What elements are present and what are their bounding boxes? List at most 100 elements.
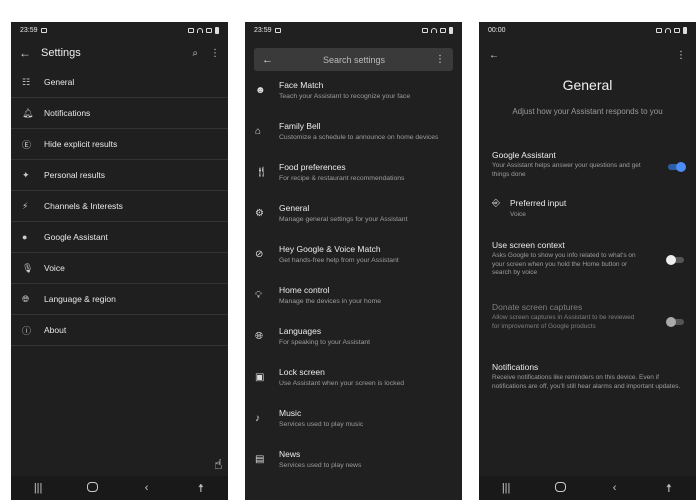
list-item-title: Languages xyxy=(279,326,322,336)
assistant-setting-home-control[interactable]: 💡︎ Home control Manage the devices in your… xyxy=(245,283,462,324)
back-arrow-icon[interactable]: ← xyxy=(262,54,273,66)
settings-item-about[interactable]: ⓘ About xyxy=(11,315,228,346)
preferred-input-setting[interactable]: ⎆ Preferred input Voice xyxy=(492,198,566,218)
assistant-settings-list: ☻ Face Match Teach your Assistant to recog… xyxy=(245,78,462,488)
assistant-setting-news[interactable]: ▤ News Services used to play news xyxy=(245,447,462,488)
list-item-title: Hey Google & Voice Match xyxy=(279,244,381,254)
globe-icon: 🌐︎ xyxy=(255,331,263,342)
alarm-icon xyxy=(656,27,662,33)
general-settings-screen: 00:00 ← ⋮ General Adjust how your Assist… xyxy=(479,22,696,500)
settings-item-label: Hide explicit results xyxy=(44,139,118,149)
list-item-subtitle: Services used to play music xyxy=(279,421,364,428)
home-button[interactable] xyxy=(545,481,575,495)
status-time: 00:00 xyxy=(488,26,506,34)
gear-icon: ⚙ xyxy=(255,208,264,219)
back-button[interactable]: ‹ xyxy=(132,482,162,494)
settings-item-general[interactable]: ☷ General xyxy=(11,67,228,98)
settings-item-channels-interests[interactable]: ⚡︎ Channels & Interests xyxy=(11,191,228,222)
setting-value: Voice xyxy=(510,211,526,218)
music-icon: ♪ xyxy=(255,413,260,424)
top-app-bar: ← Settings ⌕ ⋮ xyxy=(11,40,228,66)
assistant-setting-hey-google-voice-match[interactable]: ⊘ Hey Google & Voice Match Get hands-free … xyxy=(245,242,462,283)
settings-item-notifications[interactable]: 🔔︎ Notifications xyxy=(11,98,228,129)
list-item-subtitle: Teach your Assistant to recognize your f… xyxy=(279,93,411,100)
setting-title: Use screen context xyxy=(492,240,565,250)
settings-item-hide-explicit-results[interactable]: Ⓔ Hide explicit results xyxy=(11,129,228,160)
top-app-bar: ← ⋮ xyxy=(489,50,686,61)
assistant-setting-languages[interactable]: 🌐︎ Languages For speaking to your Assistan… xyxy=(245,324,462,365)
battery-icon xyxy=(683,26,687,34)
settings-item-label: Notifications xyxy=(44,108,91,118)
screen-context-toggle[interactable] xyxy=(666,255,684,265)
settings-item-label: Channels & Interests xyxy=(44,201,123,211)
assistant-setting-food-preferences[interactable]: 🍴︎ Food preferences For recipe & restauran… xyxy=(245,160,462,201)
screen-context-setting[interactable]: Use screen context Asks Google to show y… xyxy=(492,240,684,278)
mic-icon: 🎙︎ xyxy=(22,262,34,273)
setting-desc: Your Assistant helps answer your questio… xyxy=(492,162,641,178)
donate-captures-setting[interactable]: Donate screen captures Allow screen capt… xyxy=(492,302,684,331)
hand-cursor-icon: ☝ xyxy=(214,456,223,472)
setting-desc: Asks Google to show you info related to … xyxy=(492,252,636,276)
search-bar[interactable]: ← Search settings ⋮ xyxy=(254,48,453,71)
accessibility-button[interactable]: ☨ xyxy=(654,482,684,495)
settings-item-label: Personal results xyxy=(44,170,105,180)
settings-item-personal-results[interactable]: ✦ Personal results xyxy=(11,160,228,191)
donate-captures-toggle[interactable] xyxy=(666,317,684,327)
back-arrow-icon[interactable]: ← xyxy=(489,50,499,61)
news-icon: ▤ xyxy=(255,454,265,465)
signal-icon xyxy=(674,27,680,33)
back-button[interactable]: ‹ xyxy=(600,482,630,494)
page-title: General xyxy=(562,77,613,93)
setting-title: Preferred input xyxy=(510,198,567,208)
recents-button[interactable]: ||| xyxy=(23,482,53,494)
google-assistant-toggle[interactable] xyxy=(668,162,686,172)
search-input[interactable]: Search settings xyxy=(273,55,435,65)
home-button[interactable] xyxy=(77,481,107,495)
assistant-settings-screen: 23:59 ← Search settings ⋮ ☻ Face Match Tea… xyxy=(245,22,462,500)
google-assistant-setting[interactable]: Google Assistant Your Assistant helps an… xyxy=(492,150,686,179)
assistant-setting-general[interactable]: ⚙ General Manage general settings for your… xyxy=(245,201,462,242)
list-item-title: Lock screen xyxy=(279,367,325,377)
alarm-icon xyxy=(188,27,194,33)
list-item-title: Music xyxy=(279,408,302,418)
settings-item-voice[interactable]: 🎙︎ Voice xyxy=(11,253,228,284)
lock-screen-icon: ▣ xyxy=(255,372,265,383)
recents-button[interactable]: ||| xyxy=(491,482,521,494)
signal-icon xyxy=(440,27,446,33)
gallery-notif-icon xyxy=(40,27,47,33)
list-item-title: General xyxy=(279,203,310,213)
assistant-setting-lock-screen[interactable]: ▣ Lock screen Use Assistant when your scre… xyxy=(245,365,462,406)
home-bell-icon: ⌂ xyxy=(255,126,262,137)
setting-title: Google Assistant xyxy=(492,150,556,160)
list-item-title: News xyxy=(279,449,301,459)
more-options-icon[interactable]: ⋮ xyxy=(676,50,686,61)
settings-item-google-assistant[interactable]: ● Google Assistant xyxy=(11,222,228,253)
info-icon: ⓘ xyxy=(22,325,32,336)
assistant-setting-face-match[interactable]: ☻ Face Match Teach your Assistant to recog… xyxy=(245,78,462,119)
more-options-icon[interactable]: ⋮ xyxy=(435,54,445,65)
notifications-setting[interactable]: Notifications Receive notifications like… xyxy=(492,362,684,391)
more-options-icon[interactable]: ⋮ xyxy=(210,48,220,59)
nav-bar: ||| ‹ ☨ xyxy=(479,476,696,500)
globe-icon: 🌐︎ xyxy=(22,293,30,304)
list-item-subtitle: Manage the devices in your home xyxy=(279,298,382,305)
setting-desc: Allow screen captures in Assistant to be… xyxy=(492,314,635,330)
settings-item-language-region[interactable]: 🌐︎ Language & region xyxy=(11,284,228,315)
accessibility-button[interactable]: ☨ xyxy=(186,482,216,495)
wifi-icon xyxy=(431,27,437,33)
bell-icon: 🔔︎ xyxy=(22,107,34,118)
keyboard-icon: ⎆ xyxy=(492,198,500,209)
assistant-setting-family-bell[interactable]: ⌂ Family Bell Customize a schedule to anno… xyxy=(245,119,462,160)
nav-bar: ||| ‹ ☨ xyxy=(11,476,228,500)
settings-item-label: Language & region xyxy=(44,294,116,304)
list-item-subtitle: For speaking to your Assistant xyxy=(279,339,371,346)
assistant-setting-music[interactable]: ♪ Music Services used to play music xyxy=(245,406,462,447)
alarm-icon xyxy=(422,27,428,33)
back-arrow-icon[interactable]: ← xyxy=(19,46,41,60)
list-item-subtitle: Use Assistant when your screen is locked xyxy=(279,380,405,387)
voice-match-icon: ⊘ xyxy=(255,249,264,260)
bulb-icon: 💡︎ xyxy=(255,290,262,301)
search-icon[interactable]: ⌕ xyxy=(192,48,198,59)
sparkle-icon: ✦ xyxy=(22,169,30,180)
list-item-subtitle: Manage general settings for your Assista… xyxy=(279,216,408,223)
